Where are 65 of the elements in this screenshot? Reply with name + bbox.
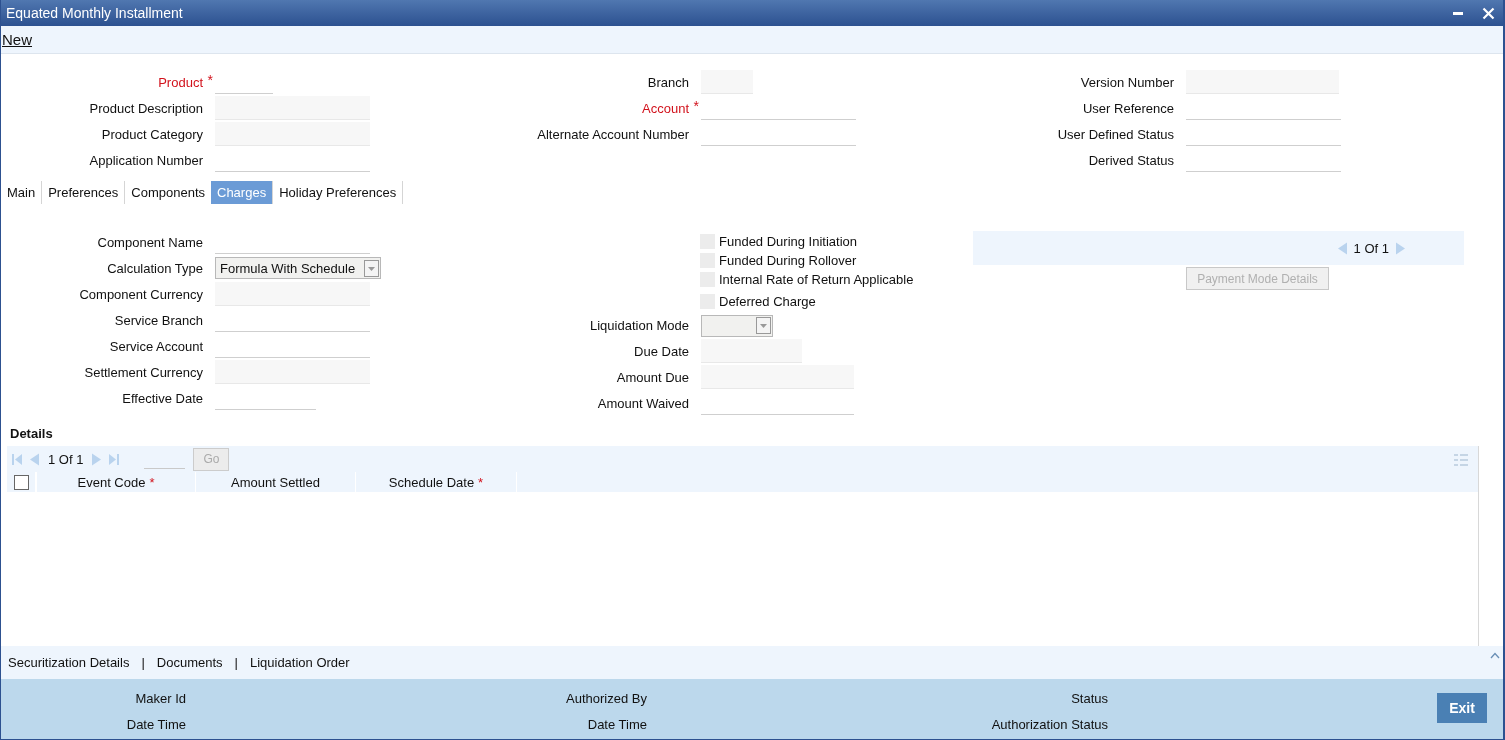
column-settings-icon[interactable] — [1454, 454, 1468, 466]
tab[interactable]: Holiday Preferences — [273, 181, 404, 204]
first-page-icon[interactable] — [11, 452, 23, 466]
required-mark: * — [149, 474, 155, 490]
section-link[interactable]: Securitization Details — [8, 655, 130, 670]
previous-icon[interactable] — [1336, 241, 1348, 255]
checkbox-label: Internal Rate of Return Applicable — [719, 272, 914, 287]
field-label: Service Branch — [114, 312, 203, 328]
field-label: User Reference — [1082, 100, 1174, 116]
dropdown-field[interactable]: Formula With Schedule — [215, 257, 381, 279]
separator: | — [234, 655, 238, 670]
field-label: Calculation Type — [107, 260, 203, 276]
page-counter: 1 Of 1 — [48, 451, 84, 467]
select-all-checkbox[interactable] — [13, 474, 29, 490]
checkbox-label: Funded During Initiation — [719, 234, 858, 249]
field-label: Application Number — [89, 152, 203, 168]
field-label: Branch — [647, 74, 689, 90]
audit-label: Date Time — [587, 717, 647, 732]
new-link[interactable]: New — [2, 31, 32, 48]
field-label: Version Number — [1080, 74, 1174, 90]
section-link[interactable]: Documents — [156, 655, 223, 670]
field-label: Component Currency — [79, 286, 203, 302]
dropdown-field[interactable] — [701, 314, 773, 337]
page-counter: 1 Of 1 — [1353, 240, 1389, 256]
tab[interactable]: Preferences — [42, 181, 126, 204]
field-label: Product Description — [89, 100, 203, 116]
field-label: Effective Date — [122, 390, 203, 406]
checkbox-label: Deferred Charge — [719, 294, 816, 309]
audit-label: Authorized By — [566, 691, 647, 706]
column-header: Amount Settled — [231, 474, 320, 490]
next-icon[interactable] — [1395, 241, 1406, 255]
field-label: Alternate Account Number — [537, 126, 689, 142]
field-label: Product Category — [101, 126, 203, 142]
collapse-icon[interactable] — [1490, 652, 1500, 659]
required-mark: * — [478, 474, 484, 490]
separator: | — [141, 655, 145, 670]
section-heading: Details — [10, 426, 54, 443]
field-label: Product — [158, 74, 203, 90]
audit-label: Date Time — [126, 717, 186, 732]
previous-icon[interactable] — [29, 452, 40, 466]
audit-label: Status — [1071, 691, 1108, 706]
last-page-icon[interactable] — [108, 452, 121, 466]
audit-label: Maker Id — [135, 691, 186, 706]
close-icon[interactable] — [1482, 6, 1495, 20]
field-label: Service Account — [109, 338, 203, 354]
required-mark: * — [693, 97, 699, 114]
column-header: Schedule Date — [388, 474, 475, 490]
field-label: Settlement Currency — [84, 364, 203, 380]
audit-label: Authorization Status — [991, 717, 1108, 732]
field-label: Liquidation Mode — [589, 318, 689, 333]
window-title: Equated Monthly Installment — [6, 5, 183, 21]
field-label: Component Name — [97, 234, 203, 250]
field-label: Amount Due — [616, 369, 689, 385]
section-link[interactable]: Liquidation Order — [249, 655, 350, 670]
column-header: Event Code — [77, 474, 146, 490]
next-icon[interactable] — [91, 452, 103, 466]
field-label: User Defined Status — [1057, 126, 1174, 142]
field-label: Due Date — [634, 343, 689, 359]
required-mark: * — [207, 71, 213, 88]
tab[interactable]: Main — [1, 181, 43, 204]
field-label: Amount Waived — [597, 395, 689, 411]
exit-button[interactable]: Exit — [1437, 693, 1487, 723]
field-label: Account — [642, 100, 689, 116]
field-label: Derived Status — [1088, 152, 1174, 168]
checkbox-label: Funded During Rollover — [719, 253, 857, 268]
